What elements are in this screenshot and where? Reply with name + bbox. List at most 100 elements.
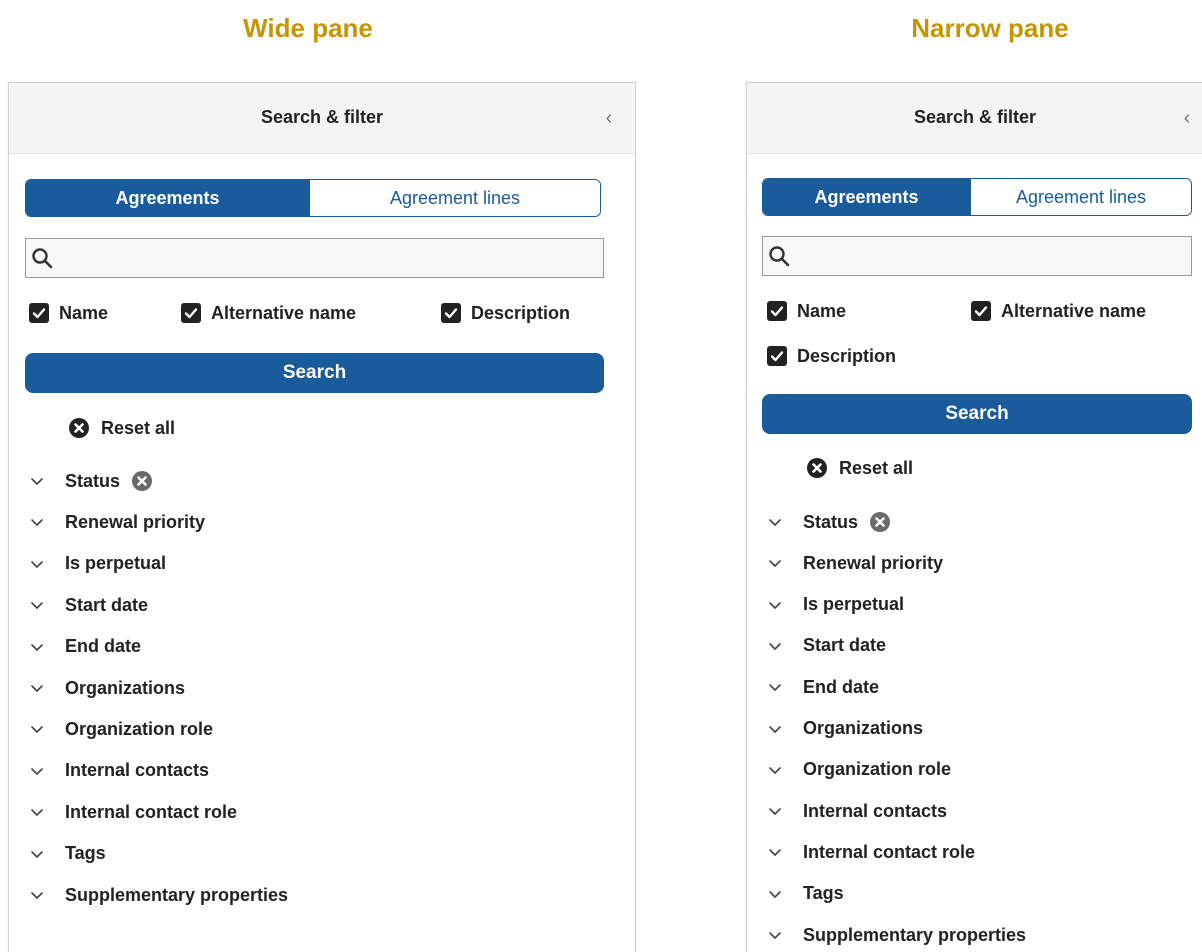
checkbox-description[interactable]: Description <box>441 301 570 325</box>
filter-internal-contacts[interactable]: Internal contacts <box>767 796 947 826</box>
pane-title: Search & filter <box>913 107 1037 127</box>
filter-label: Tags <box>803 883 844 904</box>
search-field <box>762 236 1192 276</box>
filter-internal-contacts[interactable]: Internal contacts <box>29 756 209 786</box>
chevron-down-icon <box>769 684 781 691</box>
collapse-pane-button[interactable]: ‹ <box>1177 107 1197 130</box>
pane-header: Search & filter ‹ <box>9 83 635 154</box>
wide-search-filter-pane: Search & filter ‹ Agreements Agreement l… <box>8 82 636 952</box>
chevron-down-icon <box>769 643 781 650</box>
filter-renewal-priority[interactable]: Renewal priority <box>29 507 205 537</box>
search-input[interactable] <box>60 243 599 273</box>
checkbox-name[interactable]: Name <box>767 299 846 323</box>
chevron-down-icon <box>769 601 781 609</box>
filter-organizations[interactable]: Organizations <box>29 673 185 703</box>
checkmark-icon <box>971 301 991 321</box>
checkbox-label: Name <box>59 302 109 323</box>
filter-end-date[interactable]: End date <box>29 632 141 662</box>
tab-agreement-lines[interactable]: Agreement lines <box>309 180 600 216</box>
filter-label: Organization role <box>803 759 952 780</box>
chevron-down-icon <box>31 767 43 775</box>
filter-label: Start date <box>803 635 887 656</box>
reset-all-button[interactable]: Reset all <box>69 415 175 441</box>
checkbox-label: Name <box>797 300 847 321</box>
filter-label: Internal contact role <box>65 801 238 822</box>
narrow-pane-heading: Narrow pane <box>911 13 1069 43</box>
reset-all-label: Reset all <box>839 457 914 478</box>
checkbox-label: Description <box>471 302 571 323</box>
filter-label: Is perpetual <box>803 594 905 615</box>
filter-label: Organization role <box>65 718 214 739</box>
filter-label: Status <box>65 470 121 491</box>
filter-supplementary-properties[interactable]: Supplementary properties <box>29 880 288 910</box>
filter-start-date[interactable]: Start date <box>29 590 148 620</box>
checkmark-icon <box>767 301 787 321</box>
filter-label: Tags <box>65 843 106 864</box>
collapse-pane-button[interactable]: ‹ <box>599 107 619 130</box>
chevron-down-icon <box>31 809 43 816</box>
filter-supplementary-properties[interactable]: Supplementary properties <box>767 920 1026 950</box>
filter-label: Organizations <box>65 677 186 698</box>
filter-end-date[interactable]: End date <box>767 672 879 702</box>
chevron-down-icon <box>769 932 781 939</box>
filter-status[interactable]: Status <box>29 466 153 496</box>
checkmark-icon <box>767 346 787 366</box>
chevron-down-icon <box>769 890 781 898</box>
chevron-down-icon <box>31 643 43 651</box>
chevron-down-icon <box>31 602 43 609</box>
filter-organizations[interactable]: Organizations <box>767 714 923 744</box>
search-icon <box>32 248 53 269</box>
checkbox-alternative-name[interactable]: Alternative name <box>971 299 1146 323</box>
chevron-down-icon <box>769 849 781 857</box>
x-circle-icon <box>69 418 89 438</box>
checkbox-label: Alternative name <box>211 302 357 323</box>
chevron-down-icon <box>31 850 43 858</box>
filter-organization-role[interactable]: Organization role <box>767 755 951 785</box>
filter-label: Renewal priority <box>803 552 944 573</box>
tab-agreements[interactable]: Agreements <box>26 180 309 216</box>
filter-label: Internal contacts <box>803 800 948 821</box>
checkbox-alternative-name[interactable]: Alternative name <box>181 301 356 325</box>
checkbox-name[interactable]: Name <box>29 301 108 325</box>
tab-agreement-lines[interactable]: Agreement lines <box>970 179 1191 215</box>
pane-header: Search & filter ‹ <box>747 83 1202 154</box>
checkmark-icon <box>29 303 49 323</box>
chevron-down-icon <box>31 892 43 899</box>
tab-agreements[interactable]: Agreements <box>763 179 970 215</box>
filter-status[interactable]: Status <box>767 507 891 537</box>
filter-is-perpetual[interactable]: Is perpetual <box>29 549 166 579</box>
chevron-down-icon <box>769 560 781 568</box>
chevron-down-icon <box>769 766 781 774</box>
reset-all-label: Reset all <box>101 417 176 438</box>
narrow-search-filter-pane: Search & filter ‹ Agreements Agreement l… <box>746 82 1202 952</box>
search-input[interactable] <box>797 241 1187 271</box>
chevron-down-icon <box>31 478 43 485</box>
checkbox-label: Alternative name <box>1001 300 1147 321</box>
filter-label: Start date <box>65 594 149 615</box>
filter-label: Is perpetual <box>65 553 167 574</box>
chevron-down-icon <box>769 808 781 815</box>
x-circle-icon <box>807 458 827 478</box>
search-icon <box>769 246 790 267</box>
clear-filter-icon[interactable] <box>132 471 153 491</box>
filter-start-date[interactable]: Start date <box>767 631 886 661</box>
filter-label: Renewal priority <box>65 511 206 532</box>
filter-label: Internal contact role <box>803 841 976 862</box>
filter-internal-contact-role[interactable]: Internal contact role <box>767 837 975 867</box>
chevron-down-icon <box>31 726 43 734</box>
filter-internal-contact-role[interactable]: Internal contact role <box>29 797 237 827</box>
search-button[interactable]: Search <box>25 353 604 393</box>
chevron-down-icon <box>31 560 43 568</box>
filter-label: End date <box>803 676 880 697</box>
clear-filter-icon[interactable] <box>870 512 891 532</box>
filter-renewal-priority[interactable]: Renewal priority <box>767 548 943 578</box>
filter-tags[interactable]: Tags <box>767 879 844 909</box>
reset-all-button[interactable]: Reset all <box>807 455 913 481</box>
chevron-down-icon <box>31 685 43 692</box>
checkbox-description[interactable]: Description <box>767 344 896 368</box>
search-button[interactable]: Search <box>762 394 1192 434</box>
filter-label: Supplementary properties <box>65 884 289 905</box>
filter-tags[interactable]: Tags <box>29 839 106 869</box>
filter-organization-role[interactable]: Organization role <box>29 714 213 744</box>
filter-is-perpetual[interactable]: Is perpetual <box>767 590 904 620</box>
